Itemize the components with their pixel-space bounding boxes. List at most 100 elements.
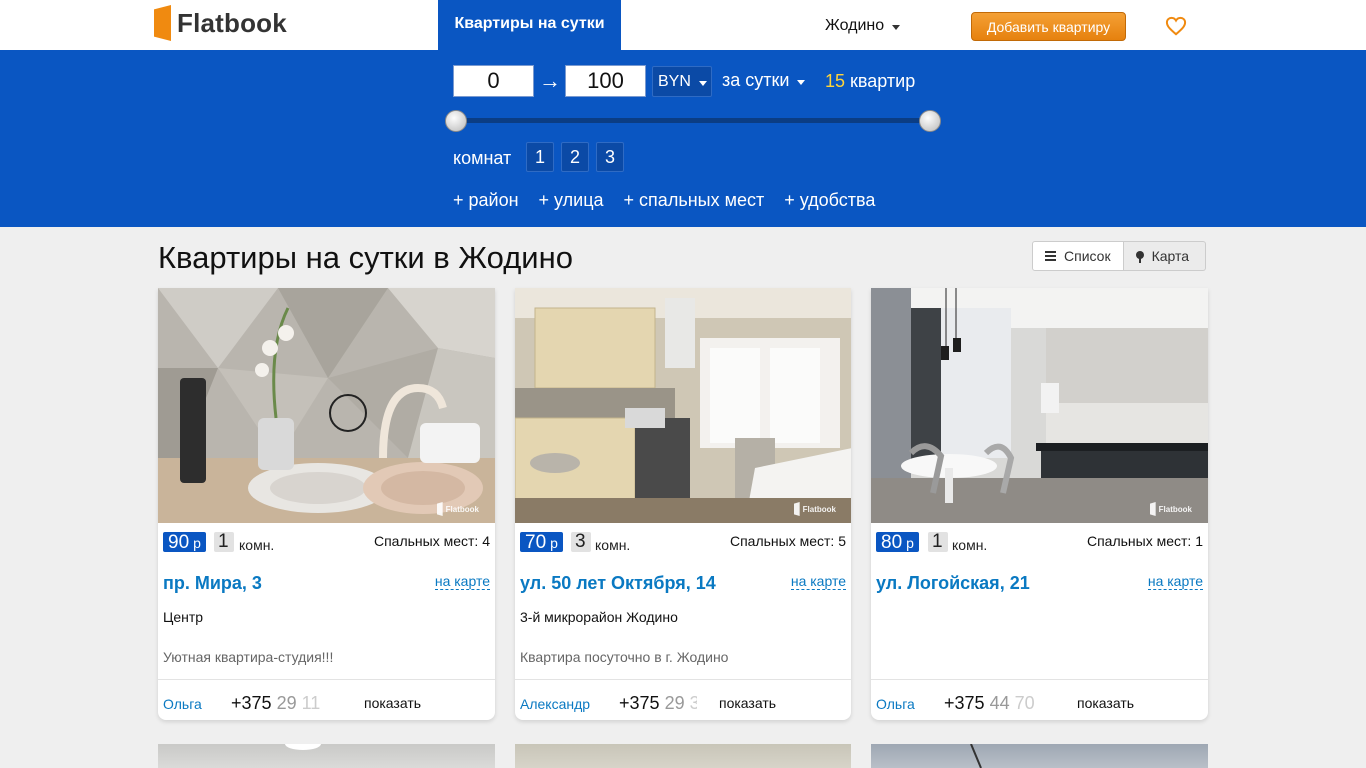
results-count: 15 квартир — [825, 71, 915, 92]
listing-card[interactable]: Flatbook 90 р 1 комн. Спальных мест: 4 п… — [158, 288, 495, 720]
price-value: 70 — [525, 532, 547, 553]
filter-street-link[interactable]: + улица — [539, 190, 604, 211]
phone-prefix: +375 — [619, 693, 660, 713]
beds-count: Спальных мест: 5 — [729, 533, 846, 549]
filter-panel: 0 → 100 BYN за сутки 15 квартир комнат 1… — [0, 50, 1366, 227]
rooms-badge: 3 — [571, 531, 591, 552]
listing-photo-partial[interactable] — [158, 744, 495, 768]
listing-photo[interactable]: Flatbook — [871, 288, 1208, 523]
filter-district-link[interactable]: + район — [453, 190, 519, 211]
owner-name[interactable]: Ольга — [163, 696, 202, 712]
city-dropdown[interactable]: Жодино — [825, 17, 901, 35]
list-view-label: Список — [1064, 248, 1111, 264]
price-currency: р — [550, 535, 558, 551]
list-view-button[interactable]: Список — [1032, 241, 1124, 271]
map-pin-icon — [1135, 250, 1144, 263]
listing-description: Уютная квартира-студия!!! — [163, 649, 334, 665]
show-phone-button[interactable]: показать — [719, 695, 776, 711]
listing-photo-partial[interactable] — [871, 744, 1208, 768]
rooms-option-2[interactable]: 2 — [561, 142, 589, 172]
map-view-label: Карта — [1151, 248, 1190, 264]
card-divider — [515, 679, 851, 680]
chevron-down-icon — [892, 25, 901, 30]
listing-card[interactable]: Flatbook 70 р 3 комн. Спальных мест: 5 у… — [515, 288, 851, 720]
show-phone-button[interactable]: показать — [364, 695, 421, 711]
range-arrow: → — [539, 68, 561, 93]
filter-amenities-link[interactable]: + удобства — [784, 190, 875, 211]
price-value: 90 — [168, 532, 190, 553]
photo-watermark: Flatbook — [436, 502, 479, 516]
card-divider — [158, 679, 495, 680]
rooms-label: комн. — [595, 537, 631, 553]
list-icon — [1045, 251, 1056, 261]
show-phone-button[interactable]: показать — [1077, 695, 1134, 711]
price-badge: 80 р — [876, 532, 919, 553]
rooms-badge: 1 — [214, 531, 234, 552]
listing-card[interactable]: Flatbook 80 р 1 комн. Спальных мест: 1 у… — [871, 288, 1208, 720]
listing-district: 3-й микрорайон Жодино — [520, 609, 678, 625]
watermark-text: Flatbook — [802, 504, 836, 514]
phone-number: +375 29 11 — [231, 693, 331, 714]
page-title: Квартиры на сутки в Жодино — [158, 240, 573, 275]
phone-number: +375 29 3 — [619, 693, 697, 714]
rooms-option-3[interactable]: 3 — [596, 142, 624, 172]
listing-address[interactable]: ул. Логойская, 21 — [876, 573, 1030, 594]
currency-label: BYN — [658, 72, 691, 90]
price-max-input[interactable]: 100 — [565, 65, 646, 97]
filter-beds-link[interactable]: + спальных мест — [624, 190, 765, 211]
logo-text: Flatbook — [177, 7, 287, 38]
map-view-button[interactable]: Карта — [1123, 241, 1207, 271]
show-on-map-link[interactable]: на карте — [434, 573, 490, 590]
beds-count: Спальных мест: 1 — [1086, 533, 1203, 549]
owner-name[interactable]: Александр — [520, 696, 590, 712]
watermark-door-icon — [1149, 502, 1156, 516]
listing-address[interactable]: пр. Мира, 3 — [163, 573, 262, 594]
chevron-down-icon — [797, 79, 806, 85]
chevron-down-icon — [698, 80, 707, 86]
listing-photo-partial[interactable] — [515, 744, 851, 768]
show-on-map-link[interactable]: на карте — [1147, 573, 1203, 590]
listing-district: Центр — [163, 609, 204, 625]
rooms-option-1[interactable]: 1 — [526, 142, 554, 172]
listing-address[interactable]: ул. 50 лет Октября, 14 — [520, 573, 716, 594]
rooms-label: комн. — [239, 537, 275, 553]
owner-name[interactable]: Ольга — [876, 696, 915, 712]
logo-door-icon — [154, 5, 171, 41]
city-label: Жодино — [825, 17, 885, 34]
price-currency: р — [193, 535, 201, 551]
photo-watermark: Flatbook — [1149, 502, 1192, 516]
results-count-label: квартир — [850, 71, 916, 91]
price-slider-track[interactable] — [456, 118, 930, 123]
price-slider-min-handle[interactable] — [445, 110, 467, 132]
phone-partial: 11 — [301, 693, 321, 713]
results-count-number: 15 — [825, 71, 846, 91]
watermark-text: Flatbook — [445, 504, 479, 514]
top-navbar: Flatbook Квартиры на сутки Жодино Добави… — [0, 0, 1366, 50]
logo[interactable]: Flatbook — [154, 4, 287, 42]
heart-icon[interactable] — [1165, 16, 1187, 36]
rooms-badge: 1 — [928, 531, 948, 552]
currency-select[interactable]: BYN — [652, 66, 712, 97]
price-min-input[interactable]: 0 — [453, 65, 534, 97]
card-divider — [871, 679, 1208, 680]
phone-number: +375 44 70 — [944, 693, 1041, 714]
period-label: за сутки — [722, 70, 790, 90]
price-slider-max-handle[interactable] — [919, 110, 941, 132]
phone-prefix: +375 — [231, 693, 272, 713]
price-currency: р — [906, 535, 914, 551]
rooms-label: комн. — [952, 537, 988, 553]
phone-partial: 70 — [1014, 693, 1035, 713]
period-select[interactable]: за сутки — [722, 70, 806, 91]
price-badge: 90 р — [163, 532, 206, 553]
add-apartment-button[interactable]: Добавить квартиру — [971, 12, 1126, 41]
listing-photo[interactable]: Flatbook — [515, 288, 851, 523]
listing-photo[interactable]: Flatbook — [158, 288, 495, 523]
phone-partial: 3 — [689, 693, 697, 713]
phone-code: 44 — [989, 693, 1010, 713]
show-on-map-link[interactable]: на карте — [790, 573, 846, 590]
beds-count: Спальных мест: 4 — [373, 533, 490, 549]
listing-description: Квартира посуточно в г. Жодино — [520, 649, 729, 665]
watermark-door-icon — [436, 502, 443, 516]
rooms-label: комнат — [453, 148, 512, 168]
nav-tab-daily-rent[interactable]: Квартиры на сутки — [438, 0, 621, 50]
